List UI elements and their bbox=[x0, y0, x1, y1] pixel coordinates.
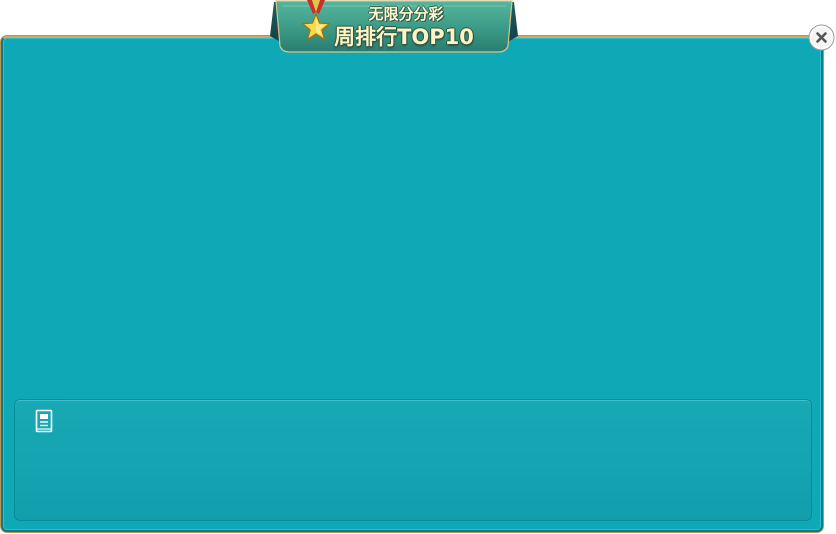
leaderboard-panel bbox=[1, 36, 823, 532]
close-icon bbox=[808, 24, 835, 51]
document-icon bbox=[35, 409, 53, 433]
leaderboard-title-banner: 无限分分彩 周排行TOP10 bbox=[268, 0, 520, 56]
close-button[interactable] bbox=[808, 24, 835, 51]
gold-star-medal-icon bbox=[301, 0, 331, 40]
info-box bbox=[14, 399, 812, 521]
banner-title-line2: 周排行TOP10 bbox=[334, 25, 474, 49]
leaderboard-window: 无限分分彩 周排行TOP10 bbox=[0, 0, 836, 534]
